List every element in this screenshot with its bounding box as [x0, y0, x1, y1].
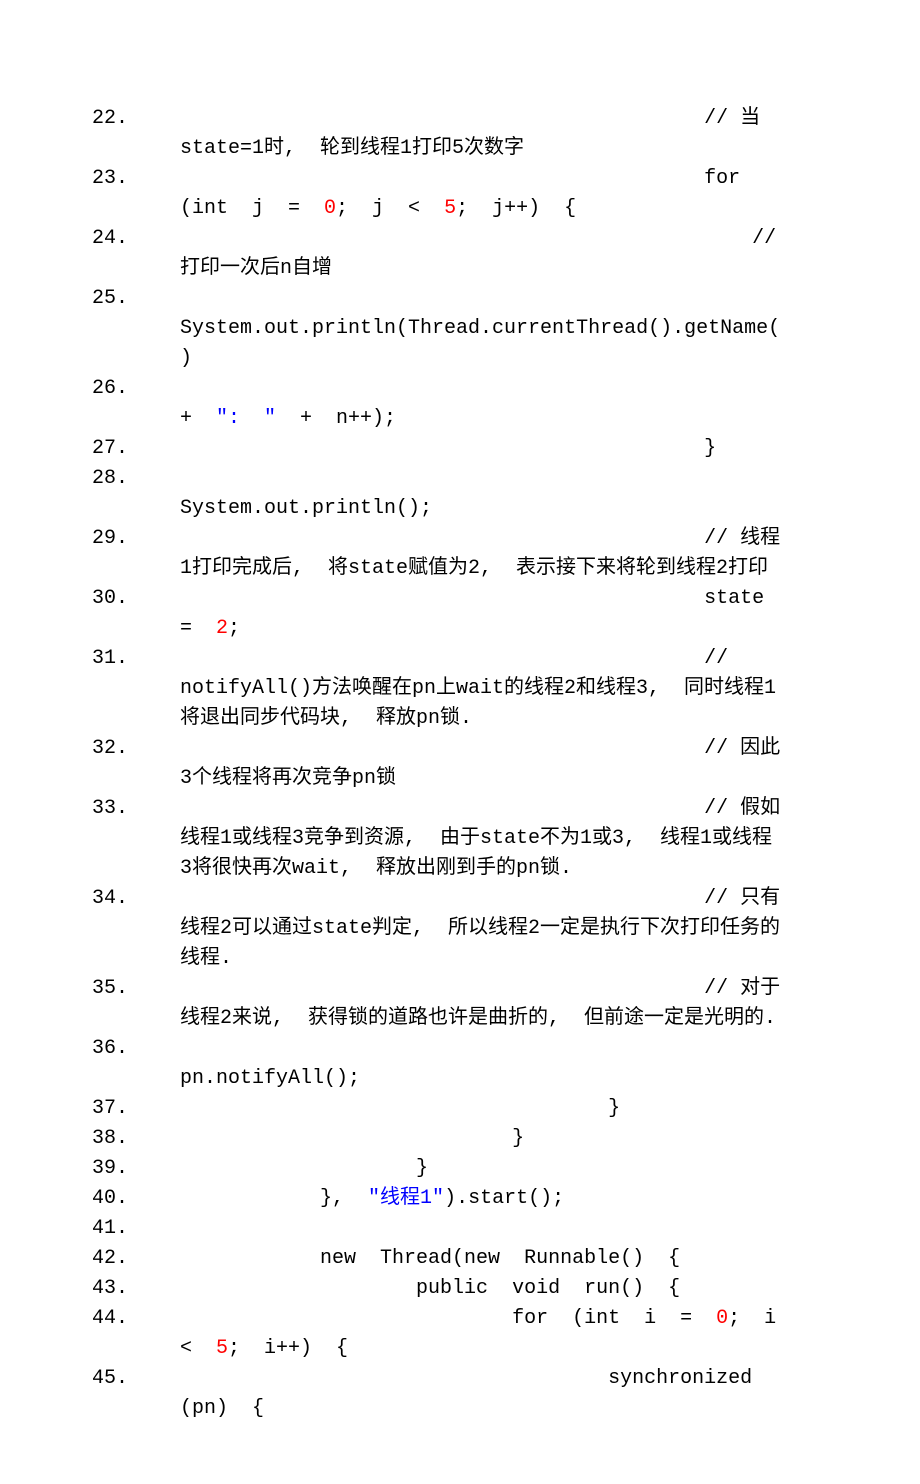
- code-text: }: [416, 1157, 428, 1180]
- code-line: 28. System.out.println();: [136, 464, 784, 524]
- code-text: // 对于线程2来说, 获得锁的道路也许是曲折的, 但前途一定是光明的.: [180, 977, 780, 1030]
- code-line: 42. new Thread(new Runnable() {: [136, 1244, 784, 1274]
- line-number: 23.: [136, 164, 176, 194]
- line-number: 28.: [136, 464, 176, 494]
- code-line: 26. + ": " + n++);: [136, 374, 784, 434]
- code-text: ).start();: [444, 1187, 564, 1210]
- code-line: 29. // 线程1打印完成后, 将state赋值为2, 表示接下来将轮到线程2…: [136, 524, 784, 584]
- number-literal: 0: [324, 197, 336, 220]
- line-number: 31.: [136, 644, 176, 674]
- number-literal: 0: [716, 1307, 728, 1330]
- code-text: }: [512, 1127, 524, 1150]
- line-number: 25.: [136, 284, 176, 314]
- line-number: 27.: [136, 434, 176, 464]
- code-line: 23. for (int j = 0; j < 5; j++) {: [136, 164, 784, 224]
- code-line: 34. // 只有线程2可以通过state判定, 所以线程2一定是执行下次打印任…: [136, 884, 784, 974]
- code-text: ; i++) {: [228, 1337, 348, 1360]
- code-text: // 因此3个线程将再次竞争pn锁: [180, 737, 780, 790]
- code-text: ; j++) {: [456, 197, 576, 220]
- code-text: // 线程1打印完成后, 将state赋值为2, 表示接下来将轮到线程2打印: [180, 527, 780, 580]
- code-text: ; j <: [336, 197, 444, 220]
- code-text: state =: [180, 587, 788, 640]
- code-line: 40. }, "线程1").start();: [136, 1184, 784, 1214]
- line-number: 34.: [136, 884, 176, 914]
- code-line: 27. }: [136, 434, 784, 464]
- code-text: // 假如线程1或线程3竞争到资源, 由于state不为1或3, 线程1或线程3…: [180, 797, 780, 880]
- code-text: // 当state=1时, 轮到线程1打印5次数字: [180, 107, 760, 160]
- code-text: System.out.println(Thread.currentThread(…: [180, 317, 780, 370]
- string-literal: ": ": [216, 407, 276, 430]
- code-text: }: [608, 1097, 620, 1120]
- line-number: 38.: [136, 1124, 176, 1154]
- code-line: 25. System.out.println(Thread.currentThr…: [136, 284, 784, 374]
- string-literal: "线程1": [368, 1187, 444, 1210]
- code-listing: 22. // 当state=1时, 轮到线程1打印5次数字23. for (in…: [136, 104, 784, 1424]
- code-text: // 只有线程2可以通过state判定, 所以线程2一定是执行下次打印任务的线程…: [180, 887, 780, 970]
- line-number: 40.: [136, 1184, 176, 1214]
- line-number: 35.: [136, 974, 176, 1004]
- code-text: },: [320, 1187, 368, 1210]
- code-line: 36. pn.notifyAll();: [136, 1034, 784, 1094]
- line-number: 29.: [136, 524, 176, 554]
- line-number: 42.: [136, 1244, 176, 1274]
- code-text: +: [180, 407, 216, 430]
- code-text: new Thread(new Runnable() {: [320, 1247, 680, 1270]
- code-line: 22. // 当state=1时, 轮到线程1打印5次数字: [136, 104, 784, 164]
- line-number: 39.: [136, 1154, 176, 1184]
- code-line: 35. // 对于线程2来说, 获得锁的道路也许是曲折的, 但前途一定是光明的.: [136, 974, 784, 1034]
- code-line: 41.: [136, 1214, 784, 1244]
- line-number: 33.: [136, 794, 176, 824]
- code-line: 32. // 因此3个线程将再次竞争pn锁: [136, 734, 784, 794]
- code-text: // notifyAll()方法唤醒在pn上wait的线程2和线程3, 同时线程…: [180, 647, 776, 730]
- number-literal: 5: [444, 197, 456, 220]
- code-line: 30. state = 2;: [136, 584, 784, 644]
- code-line: 45. synchronized (pn) {: [136, 1364, 784, 1424]
- code-text: ;: [228, 617, 264, 640]
- code-text: + n++);: [276, 407, 396, 430]
- line-number: 44.: [136, 1304, 176, 1334]
- code-line: 37. }: [136, 1094, 784, 1124]
- code-text: System.out.println();: [180, 497, 432, 520]
- line-number: 22.: [136, 104, 176, 134]
- code-line: 31. // notifyAll()方法唤醒在pn上wait的线程2和线程3, …: [136, 644, 784, 734]
- code-line: 44. for (int i = 0; i < 5; i++) {: [136, 1304, 784, 1364]
- line-number: 37.: [136, 1094, 176, 1124]
- line-number: 45.: [136, 1364, 176, 1394]
- code-text: pn.notifyAll();: [180, 1067, 384, 1090]
- line-number: 41.: [136, 1214, 176, 1244]
- code-text: synchronized (pn) {: [180, 1367, 776, 1420]
- code-text: }: [704, 437, 716, 460]
- line-number: 26.: [136, 374, 176, 404]
- code-text: public void run() {: [416, 1277, 680, 1300]
- code-line: 38. }: [136, 1124, 784, 1154]
- line-number: 32.: [136, 734, 176, 764]
- line-number: 24.: [136, 224, 176, 254]
- number-literal: 2: [216, 617, 228, 640]
- code-line: 39. }: [136, 1154, 784, 1184]
- line-number: 30.: [136, 584, 176, 614]
- code-line: 24. // 打印一次后n自增: [136, 224, 784, 284]
- code-line: 33. // 假如线程1或线程3竞争到资源, 由于state不为1或3, 线程1…: [136, 794, 784, 884]
- number-literal: 5: [216, 1337, 228, 1360]
- code-text: // 打印一次后n自增: [180, 227, 788, 280]
- code-text: for (int i =: [512, 1307, 716, 1330]
- line-number: 43.: [136, 1274, 176, 1304]
- code-line: 43. public void run() {: [136, 1274, 784, 1304]
- line-number: 36.: [136, 1034, 176, 1064]
